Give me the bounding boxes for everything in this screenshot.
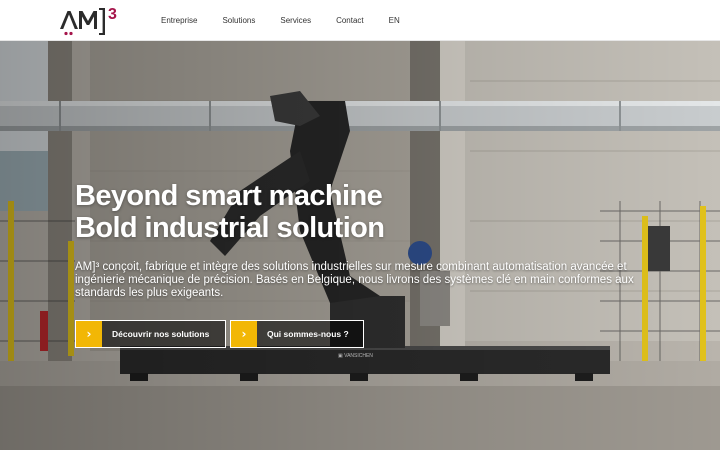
chevron-right-icon: › — [231, 321, 257, 347]
discover-solutions-button[interactable]: › Découvrir nos solutions — [75, 320, 226, 348]
main-nav: Entreprise Solutions Services Contact EN — [161, 0, 400, 41]
discover-solutions-label: Découvrir nos solutions — [112, 329, 210, 339]
hero-overlay — [0, 41, 720, 450]
language-switch[interactable]: EN — [389, 16, 400, 25]
chevron-right-icon: › — [76, 321, 102, 347]
nav-item-solutions[interactable]: Solutions — [222, 16, 255, 25]
hero-section: ▣ VANSICHEN Beyond smart machine Bold in… — [0, 41, 720, 450]
brand-logo[interactable]: 3 — [58, 4, 128, 36]
nav-item-contact[interactable]: Contact — [336, 16, 364, 25]
hero-title: Beyond smart machine Bold industrial sol… — [75, 180, 595, 244]
brand-logo-mark: 3 — [60, 6, 117, 36]
about-us-label: Qui sommes-nous ? — [267, 329, 349, 339]
hero-title-line-1: Beyond smart machine — [75, 180, 383, 212]
hero-description: AM]³ conçoit, fabrique et intègre des so… — [75, 261, 634, 299]
nav-item-entreprise[interactable]: Entreprise — [161, 16, 197, 25]
site-header: 3 Entreprise Solutions Services Contact … — [0, 0, 720, 41]
hero-title-line-2: Bold industrial solution — [75, 212, 385, 244]
svg-text:3: 3 — [108, 6, 117, 23]
nav-item-services[interactable]: Services — [280, 16, 311, 25]
about-us-button[interactable]: › Qui sommes-nous ? — [230, 320, 364, 348]
